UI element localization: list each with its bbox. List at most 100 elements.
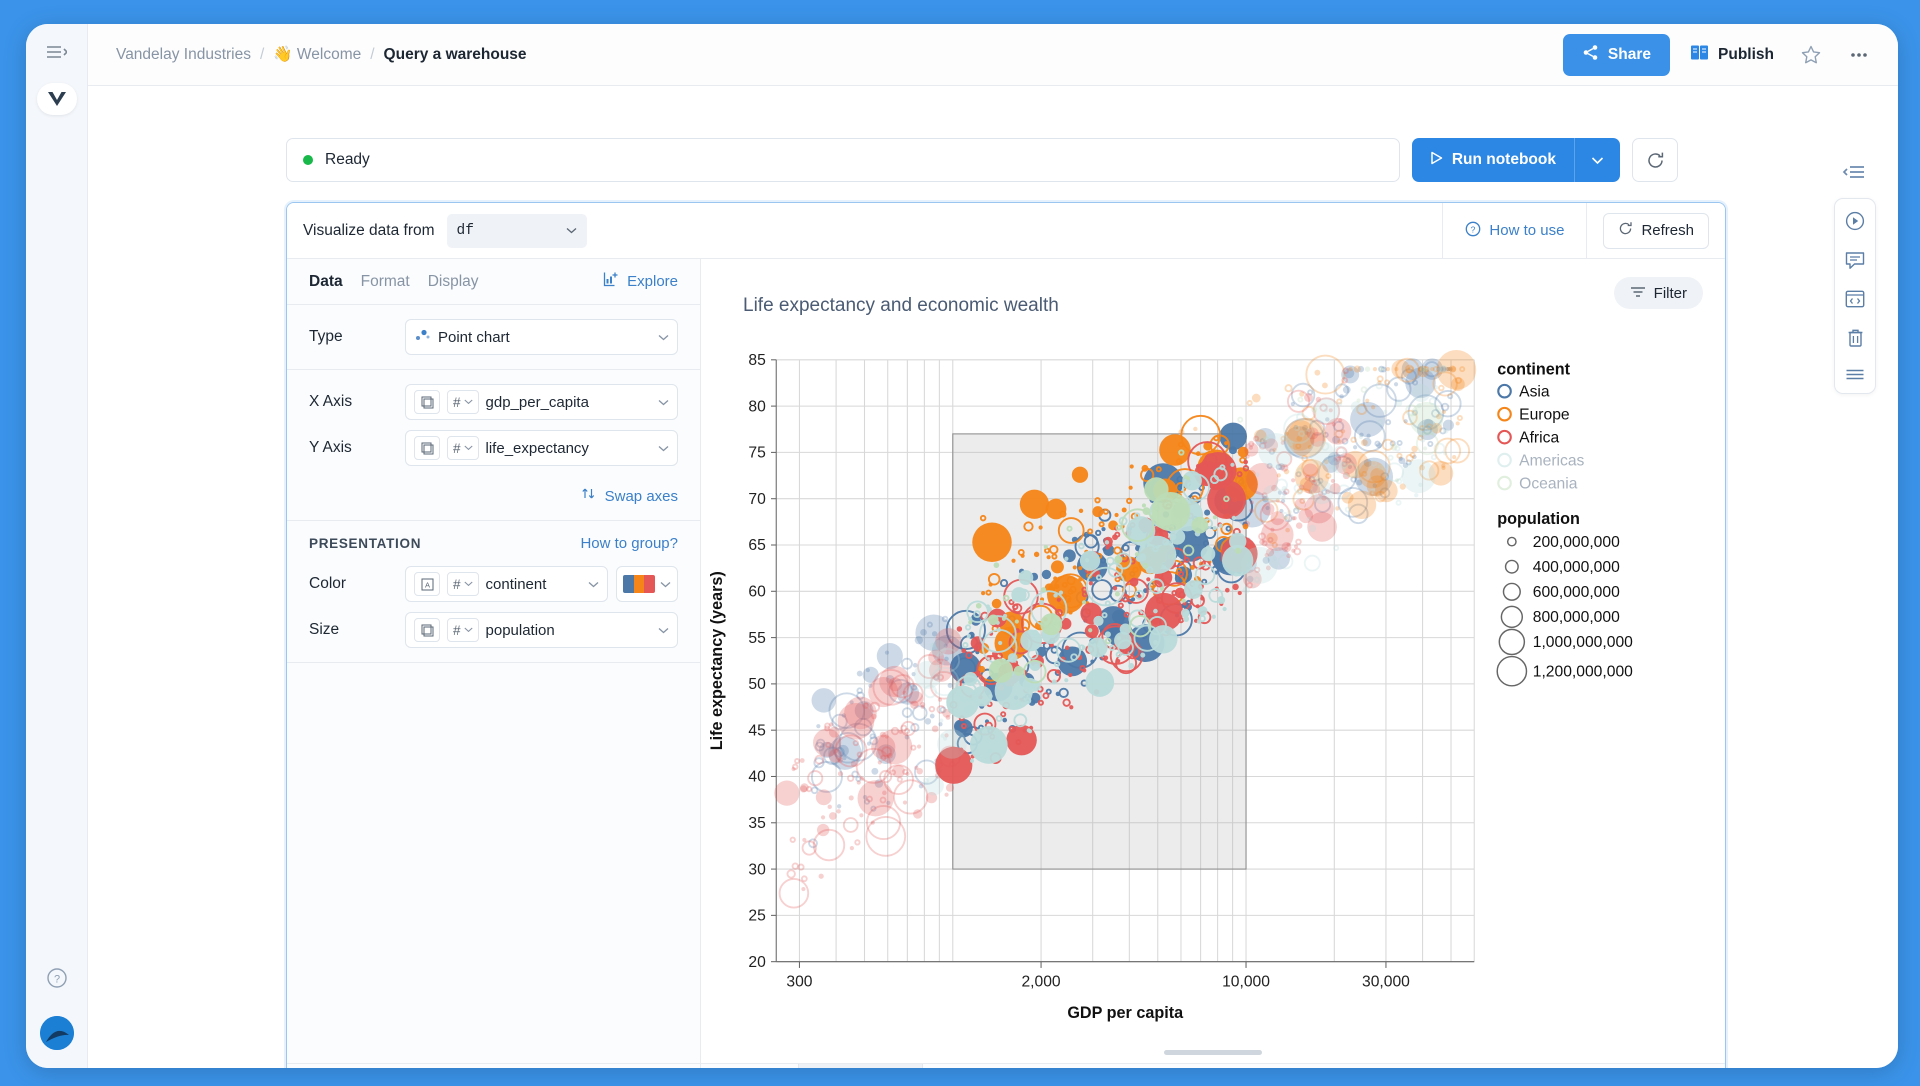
color-field-select[interactable]: A # continent xyxy=(405,566,608,602)
run-notebook-button[interactable]: Run notebook xyxy=(1411,138,1574,182)
size-legend-swatch xyxy=(1504,559,1519,574)
type-section: Type Point chart xyxy=(287,305,700,370)
how-to-use-link[interactable]: ? How to use xyxy=(1442,203,1586,258)
column-icon xyxy=(414,436,440,460)
svg-text:65: 65 xyxy=(748,537,766,554)
chart-pane: Filter Life expectancy and economic weal… xyxy=(701,259,1725,1068)
presentation-header: PRESENTATION How to group? xyxy=(309,535,678,552)
swap-axes-row: Swap axes xyxy=(309,476,678,506)
star-icon[interactable] xyxy=(1794,40,1828,70)
viz-toolbar-right: ? How to use Refresh xyxy=(1442,203,1725,258)
ellipsis-icon[interactable] xyxy=(1842,40,1876,70)
color-field-value: continent xyxy=(485,575,547,593)
drag-handle-icon[interactable] xyxy=(1845,368,1865,381)
share-button[interactable]: Share xyxy=(1562,33,1671,76)
share-button-label: Share xyxy=(1607,45,1652,63)
legend-swatch xyxy=(1497,383,1512,399)
refresh-label: Refresh xyxy=(1641,222,1694,239)
chart-add-icon xyxy=(603,271,620,292)
run-button-group: Run notebook xyxy=(1411,138,1620,182)
help-circle-icon[interactable]: ? xyxy=(46,967,68,994)
size-legend-title: population xyxy=(1497,510,1580,528)
chart-canvas[interactable]: 20 25 30 35 40 45 50 55 60 65 70 75 80 85 300 2,000 10,0… xyxy=(701,317,1725,1063)
app-window: ? Vandelay Industries / 👋 Welcome / Quer… xyxy=(26,24,1898,1068)
layers-bar: LAYERS Point + xyxy=(701,1063,1725,1068)
x-axis-title: GDP per capita xyxy=(1067,1004,1184,1022)
chevron-down-icon[interactable] xyxy=(1574,138,1620,182)
explore-label: Explore xyxy=(627,273,678,290)
app-rail: ? xyxy=(26,24,88,1068)
size-field-select[interactable]: # population xyxy=(405,612,678,648)
layer-tab-point[interactable]: Point xyxy=(798,1064,923,1068)
swap-axes-button[interactable]: Swap axes xyxy=(605,488,678,505)
kernel-status[interactable]: Ready xyxy=(286,138,1400,182)
trash-icon[interactable] xyxy=(1846,328,1865,348)
svg-text:A: A xyxy=(424,580,429,589)
page-title: Query a warehouse xyxy=(383,45,527,63)
color-palette-select[interactable] xyxy=(616,566,678,602)
how-to-group-link[interactable]: How to group? xyxy=(580,535,678,552)
vandelay-logo[interactable] xyxy=(36,83,77,115)
breadcrumb-item-welcome[interactable]: 👋 Welcome xyxy=(273,45,361,64)
how-to-use-label: How to use xyxy=(1489,222,1565,239)
collapse-panel-icon[interactable] xyxy=(1842,164,1864,185)
y-axis-select[interactable]: # life_expectancy xyxy=(405,430,678,466)
play-circle-icon[interactable] xyxy=(1845,211,1865,231)
top-header: Vandelay Industries / 👋 Welcome / Query … xyxy=(88,24,1898,86)
numeric-type-chip[interactable]: # xyxy=(447,618,479,642)
svg-text:?: ? xyxy=(53,974,59,986)
viz-toolbar: Visualize data from df ? How to use Refr… xyxy=(287,203,1725,259)
svg-text:300: 300 xyxy=(786,974,812,991)
tab-display[interactable]: Display xyxy=(428,273,479,291)
x-axis-select[interactable]: # gdp_per_capita xyxy=(405,384,678,420)
add-layer-button[interactable]: + xyxy=(923,1064,977,1068)
share-icon xyxy=(1582,44,1599,66)
filter-button[interactable]: Filter xyxy=(1613,277,1703,309)
type-row: Type Point chart xyxy=(309,319,678,355)
legend-label: Africa xyxy=(1519,429,1559,446)
publish-button-label: Publish xyxy=(1718,45,1774,63)
svg-text:55: 55 xyxy=(748,630,766,647)
scatter-plot-svg[interactable]: 20 25 30 35 40 45 50 55 60 65 70 75 80 85 300 2,000 10,0… xyxy=(701,317,1725,1063)
comment-icon[interactable] xyxy=(1845,251,1865,270)
legend-swatch xyxy=(1497,429,1512,445)
y-axis-value: life_expectancy xyxy=(485,439,589,457)
svg-text:?: ? xyxy=(1471,224,1476,234)
numeric-type-chip[interactable]: # xyxy=(447,390,479,414)
x-axis-label: X Axis xyxy=(309,393,353,410)
refresh-chart-button[interactable]: Refresh xyxy=(1603,212,1709,249)
tab-format[interactable]: Format xyxy=(361,273,410,291)
legend-swatch xyxy=(1497,452,1512,468)
svg-text:30,000: 30,000 xyxy=(1362,974,1410,991)
tab-data[interactable]: Data xyxy=(309,273,343,291)
presentation-section: PRESENTATION How to group? Color A # con… xyxy=(287,521,700,663)
hide-sidebar-button[interactable]: Hide sidebar xyxy=(287,1063,700,1068)
horizontal-scrollbar[interactable] xyxy=(1164,1050,1262,1055)
size-legend-swatch xyxy=(1506,536,1517,547)
explore-button[interactable]: Explore xyxy=(603,271,678,292)
type-label: Type xyxy=(309,328,343,345)
svg-text:20: 20 xyxy=(748,954,766,971)
breadcrumb-item-workspace[interactable]: Vandelay Industries xyxy=(116,46,251,64)
dataset-select[interactable]: df xyxy=(446,213,587,248)
color-legend-title: continent xyxy=(1497,360,1570,378)
publish-button[interactable]: Publish xyxy=(1684,36,1780,74)
numeric-type-chip[interactable]: # xyxy=(447,572,479,596)
refresh-icon[interactable] xyxy=(1632,138,1678,182)
code-block-icon[interactable] xyxy=(1845,290,1865,308)
size-legend-swatch xyxy=(1498,628,1526,656)
y-axis-row: Y Axis # life_expectancy xyxy=(309,430,678,466)
chart-type-select[interactable]: Point chart xyxy=(405,319,678,355)
viz-main: Data Format Display Explore Type Point c… xyxy=(287,259,1725,1068)
color-label: Color xyxy=(309,575,347,592)
user-avatar[interactable] xyxy=(39,1016,74,1050)
legend-label: Americas xyxy=(1519,452,1584,469)
expand-sidebar-icon[interactable] xyxy=(46,44,68,65)
svg-text:45: 45 xyxy=(748,722,766,739)
svg-text:10,000: 10,000 xyxy=(1222,974,1270,991)
numeric-type-chip[interactable]: # xyxy=(447,436,479,460)
svg-text:2,000: 2,000 xyxy=(1021,974,1060,991)
size-legend-label: 800,000,000 xyxy=(1533,609,1620,626)
column-icon xyxy=(414,390,440,414)
size-legend-label: 600,000,000 xyxy=(1533,584,1620,601)
